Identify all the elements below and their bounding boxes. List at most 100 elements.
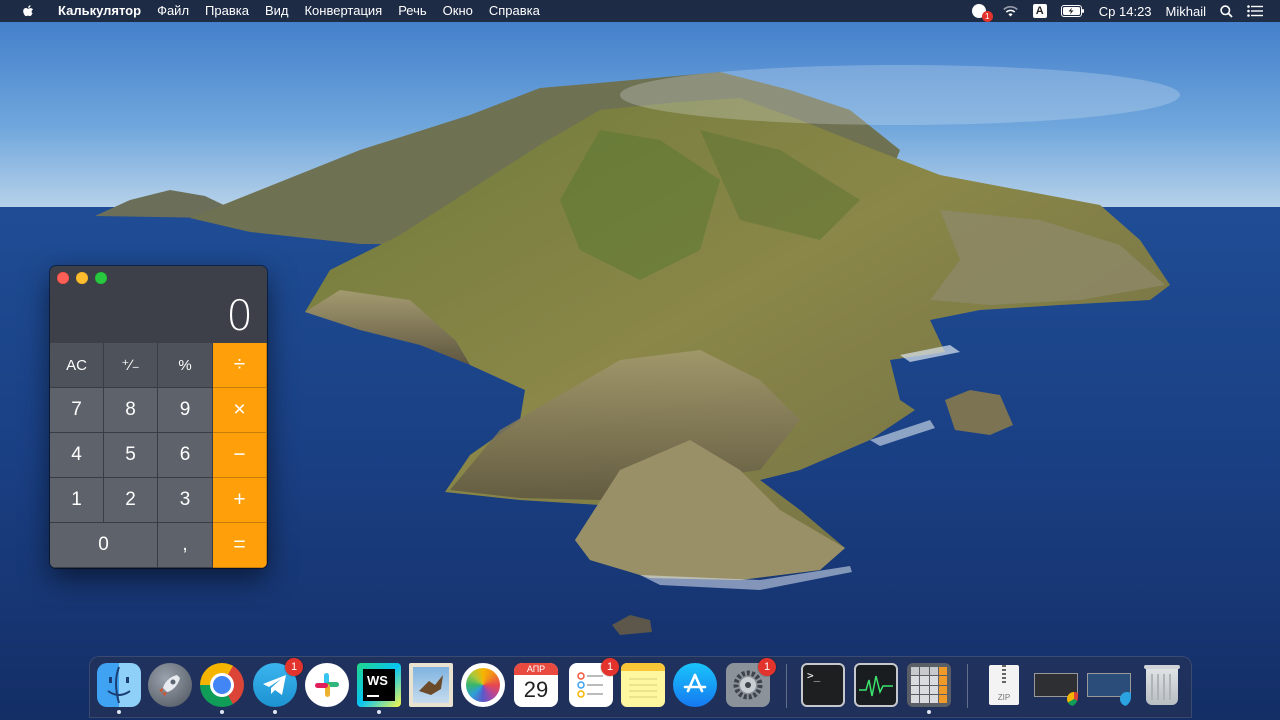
dock-calculator[interactable]	[907, 663, 951, 714]
dock-telegram[interactable]: 1	[253, 658, 303, 714]
digit-8-button[interactable]: 8	[104, 388, 158, 433]
dock-activity-monitor[interactable]	[854, 663, 898, 707]
spotlight-button[interactable]	[1213, 0, 1240, 22]
running-indicator	[220, 710, 224, 714]
digit-6-button[interactable]: 6	[158, 433, 213, 478]
system-preferences-badge: 1	[758, 658, 776, 676]
battery-charging-icon	[1060, 5, 1084, 17]
digit-5-button[interactable]: 5	[104, 433, 158, 478]
digit-1-button[interactable]: 1	[50, 478, 104, 523]
dock-slack[interactable]	[305, 663, 349, 707]
menu-app-name[interactable]: Калькулятор	[50, 0, 149, 22]
slack-icon	[305, 663, 349, 707]
zip-label: ZIP	[997, 693, 1011, 702]
calendar-month: АПР	[514, 663, 558, 675]
dock-chrome[interactable]	[200, 663, 244, 714]
dock-downloads-stack[interactable]	[1034, 663, 1078, 707]
dock-photos[interactable]	[461, 663, 505, 707]
divide-button[interactable]: ÷	[213, 343, 267, 388]
status-area: 1 A Ср 14:23 Mikhail	[965, 0, 1270, 22]
notes-icon	[621, 663, 665, 707]
battery-status[interactable]	[1054, 0, 1092, 22]
app-status-icon: 1	[971, 4, 993, 22]
percent-button[interactable]: %	[158, 343, 213, 388]
menu-help[interactable]: Справка	[481, 0, 548, 22]
dock-system-preferences[interactable]: 1	[726, 658, 776, 707]
menu-view[interactable]: Вид	[257, 0, 297, 22]
menu-file[interactable]: Файл	[149, 0, 197, 22]
menu-convert[interactable]: Конвертация	[296, 0, 390, 22]
terminal-prompt: >_	[807, 669, 821, 682]
reminders-badge: 1	[601, 658, 619, 676]
calculator-keypad: AC ⁺∕₋% ÷ 7 8 9 × 4 5 6− 1 2 3 +0, =	[50, 343, 267, 568]
zoom-window-button[interactable]	[95, 272, 107, 284]
digit-3-button[interactable]: 3	[158, 478, 213, 523]
terminal-icon: >_	[801, 663, 845, 707]
zip-file-icon: ZIP	[982, 663, 1026, 707]
subtract-button[interactable]: −	[213, 433, 267, 478]
calculator-icon	[907, 663, 951, 707]
running-indicator	[377, 710, 381, 714]
dock-mail[interactable]	[409, 663, 453, 707]
desktop-stack-icon	[1087, 663, 1131, 707]
menu-edit[interactable]: Правка	[197, 0, 257, 22]
equals-button[interactable]: =	[213, 523, 267, 568]
minimize-window-button[interactable]	[76, 272, 88, 284]
calculator-titlebar[interactable]	[50, 266, 267, 288]
add-button[interactable]: +	[213, 478, 267, 523]
apple-menu-icon[interactable]	[14, 4, 40, 19]
decimal-button[interactable]: ,	[158, 523, 213, 568]
clear-button[interactable]: AC	[50, 343, 104, 388]
input-source-status[interactable]: A	[1026, 0, 1054, 22]
dock-separator	[967, 664, 968, 708]
dock-webstorm[interactable]: WS	[357, 663, 401, 714]
activity-monitor-icon	[854, 663, 898, 707]
dock-launchpad[interactable]	[148, 663, 192, 707]
digit-2-button[interactable]: 2	[104, 478, 158, 523]
dock-trash[interactable]	[1140, 663, 1184, 707]
dock-desktop-stack[interactable]	[1087, 663, 1131, 707]
dock-app-store[interactable]	[673, 663, 717, 707]
dock: 1 WS АПР 29 1 1 >_ ZIP	[89, 656, 1192, 718]
dock-separator	[786, 664, 787, 708]
telegram-badge: 1	[285, 658, 303, 676]
finder-icon	[97, 663, 141, 707]
clock[interactable]: Ср 14:23	[1092, 0, 1159, 22]
digit-4-button[interactable]: 4	[50, 433, 104, 478]
webstorm-icon: WS	[357, 663, 401, 707]
search-icon	[1220, 4, 1233, 18]
multiply-button[interactable]: ×	[213, 388, 267, 433]
mail-stamp-icon	[409, 663, 453, 707]
chrome-icon	[200, 663, 244, 707]
wifi-icon	[1003, 5, 1018, 17]
running-indicator	[117, 710, 121, 714]
dock-zip-archive[interactable]: ZIP	[982, 663, 1026, 707]
calculator-window: 0 AC ⁺∕₋% ÷ 7 8 9 × 4 5 6− 1 2 3 +0, =	[50, 266, 267, 568]
menu-bar: Калькулятор Файл Правка Вид Конвертация …	[0, 0, 1280, 22]
menu-speech[interactable]: Речь	[390, 0, 434, 22]
rocket-icon	[148, 663, 192, 707]
digit-9-button[interactable]: 9	[158, 388, 213, 433]
apple-logo-icon	[22, 4, 33, 16]
wifi-status[interactable]	[995, 0, 1026, 22]
dock-calendar[interactable]: АПР 29	[514, 663, 558, 707]
running-indicator	[273, 710, 277, 714]
list-icon	[1247, 5, 1263, 17]
close-window-button[interactable]	[57, 272, 69, 284]
dock-finder[interactable]	[97, 663, 141, 714]
dock-terminal[interactable]: >_	[801, 663, 845, 707]
calculator-display: 0	[226, 291, 253, 340]
status-badge: 1	[981, 11, 993, 22]
status-notification-item[interactable]: 1	[965, 0, 995, 22]
calendar-day: 29	[523, 677, 549, 702]
keyboard-layout-icon: A	[1032, 4, 1047, 18]
digit-7-button[interactable]: 7	[50, 388, 104, 433]
digit-0-button[interactable]: 0	[50, 523, 158, 568]
user-name[interactable]: Mikhail	[1159, 0, 1213, 22]
sign-toggle-button[interactable]: ⁺∕₋	[104, 343, 158, 388]
dock-notes[interactable]	[621, 663, 665, 707]
notification-center-button[interactable]	[1240, 0, 1270, 22]
menu-window[interactable]: Окно	[435, 0, 481, 22]
dock-reminders[interactable]: 1	[569, 658, 619, 707]
running-indicator	[927, 710, 931, 714]
